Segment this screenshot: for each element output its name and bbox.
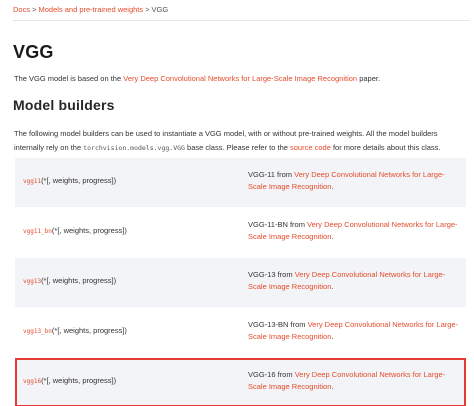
builder-suffix: .: [331, 231, 334, 241]
table-row-highlighted: vgg16(*[, weights, progress]) VGG-16 fro…: [15, 358, 466, 406]
builder-description: VGG-13 from Very Deep Convolutional Netw…: [248, 269, 460, 292]
breadcrumb-separator: >: [32, 5, 37, 14]
intro-text-before: The VGG model is based on the: [14, 74, 124, 83]
breadcrumb-models-link[interactable]: Models and pre-trained weights: [38, 5, 143, 14]
vgg11-link[interactable]: vgg11: [23, 178, 41, 185]
vgg11-bn-link[interactable]: vgg11_bn: [23, 228, 52, 235]
intro-paragraph: The VGG model is based on the Very Deep …: [14, 74, 380, 83]
page-title: VGG: [13, 42, 54, 62]
section-title: Model builders: [13, 97, 115, 113]
builder-signature: vgg16(*[, weights, progress]): [23, 376, 116, 385]
table-row: vgg13(*[, weights, progress]) VGG-13 fro…: [15, 258, 466, 307]
builder-suffix: .: [331, 331, 334, 341]
builder-signature: vgg13(*[, weights, progress]): [23, 276, 116, 285]
breadcrumb-docs-link[interactable]: Docs: [13, 5, 30, 14]
builders-description: The following model builders can be used…: [14, 127, 466, 155]
builder-signature: vgg11_bn(*[, weights, progress]): [23, 226, 127, 235]
builder-description: VGG-11 from Very Deep Convolutional Netw…: [248, 169, 460, 192]
builder-params: (*[, weights, progress]): [51, 326, 127, 335]
builder-suffix: .: [331, 281, 334, 291]
vgg13-link[interactable]: vgg13: [23, 278, 41, 285]
description-text-2: base class. Please refer to the: [184, 142, 291, 152]
source-code-link[interactable]: source code: [290, 143, 331, 152]
builder-label: VGG-13 from: [248, 270, 295, 279]
table-row: vgg11_bn(*[, weights, progress]) VGG-11-…: [15, 208, 466, 257]
builder-params: (*[, weights, progress]): [41, 276, 117, 285]
vgg-class-code[interactable]: torchvision.models.vgg.VGG: [83, 144, 185, 152]
builder-params: (*[, weights, progress]): [41, 176, 117, 185]
docs-page: Docs > Models and pre-trained weights > VGG …: [0, 0, 474, 406]
builder-signature: vgg13_bn(*[, weights, progress]): [23, 326, 127, 335]
builder-label: VGG-11 from: [248, 170, 295, 179]
vgg13-bn-link[interactable]: vgg13_bn: [23, 328, 52, 335]
builder-params: (*[, weights, progress]): [51, 226, 127, 235]
paper-link[interactable]: Very Deep Convolutional Networks for Lar…: [123, 74, 357, 83]
breadcrumb-separator: >: [145, 5, 150, 14]
builder-signature: vgg11(*[, weights, progress]): [23, 176, 116, 185]
builder-description: VGG-11-BN from Very Deep Convolutional N…: [248, 219, 460, 242]
builder-suffix: .: [331, 181, 334, 191]
model-builders-table: vgg11(*[, weights, progress]) VGG-11 fro…: [15, 158, 466, 406]
builder-label: VGG-16 from: [248, 370, 295, 379]
builder-label: VGG-13-BN from: [248, 320, 308, 329]
intro-text-after: paper.: [357, 74, 381, 83]
builder-label: VGG-11-BN from: [248, 220, 308, 229]
description-text-3: for more details about this class.: [330, 142, 441, 152]
builder-description: VGG-16 from Very Deep Convolutional Netw…: [248, 369, 460, 392]
vgg16-link[interactable]: vgg16: [23, 378, 41, 385]
builder-suffix: .: [331, 381, 334, 391]
table-row: vgg11(*[, weights, progress]) VGG-11 fro…: [15, 158, 466, 207]
breadcrumb-divider: [13, 20, 470, 21]
breadcrumb-current: VGG: [151, 5, 169, 14]
builder-params: (*[, weights, progress]): [41, 376, 117, 385]
builder-description: VGG-13-BN from Very Deep Convolutional N…: [248, 319, 460, 342]
breadcrumb: Docs > Models and pre-trained weights > VGG: [13, 5, 168, 14]
table-row: vgg13_bn(*[, weights, progress]) VGG-13-…: [15, 308, 466, 357]
